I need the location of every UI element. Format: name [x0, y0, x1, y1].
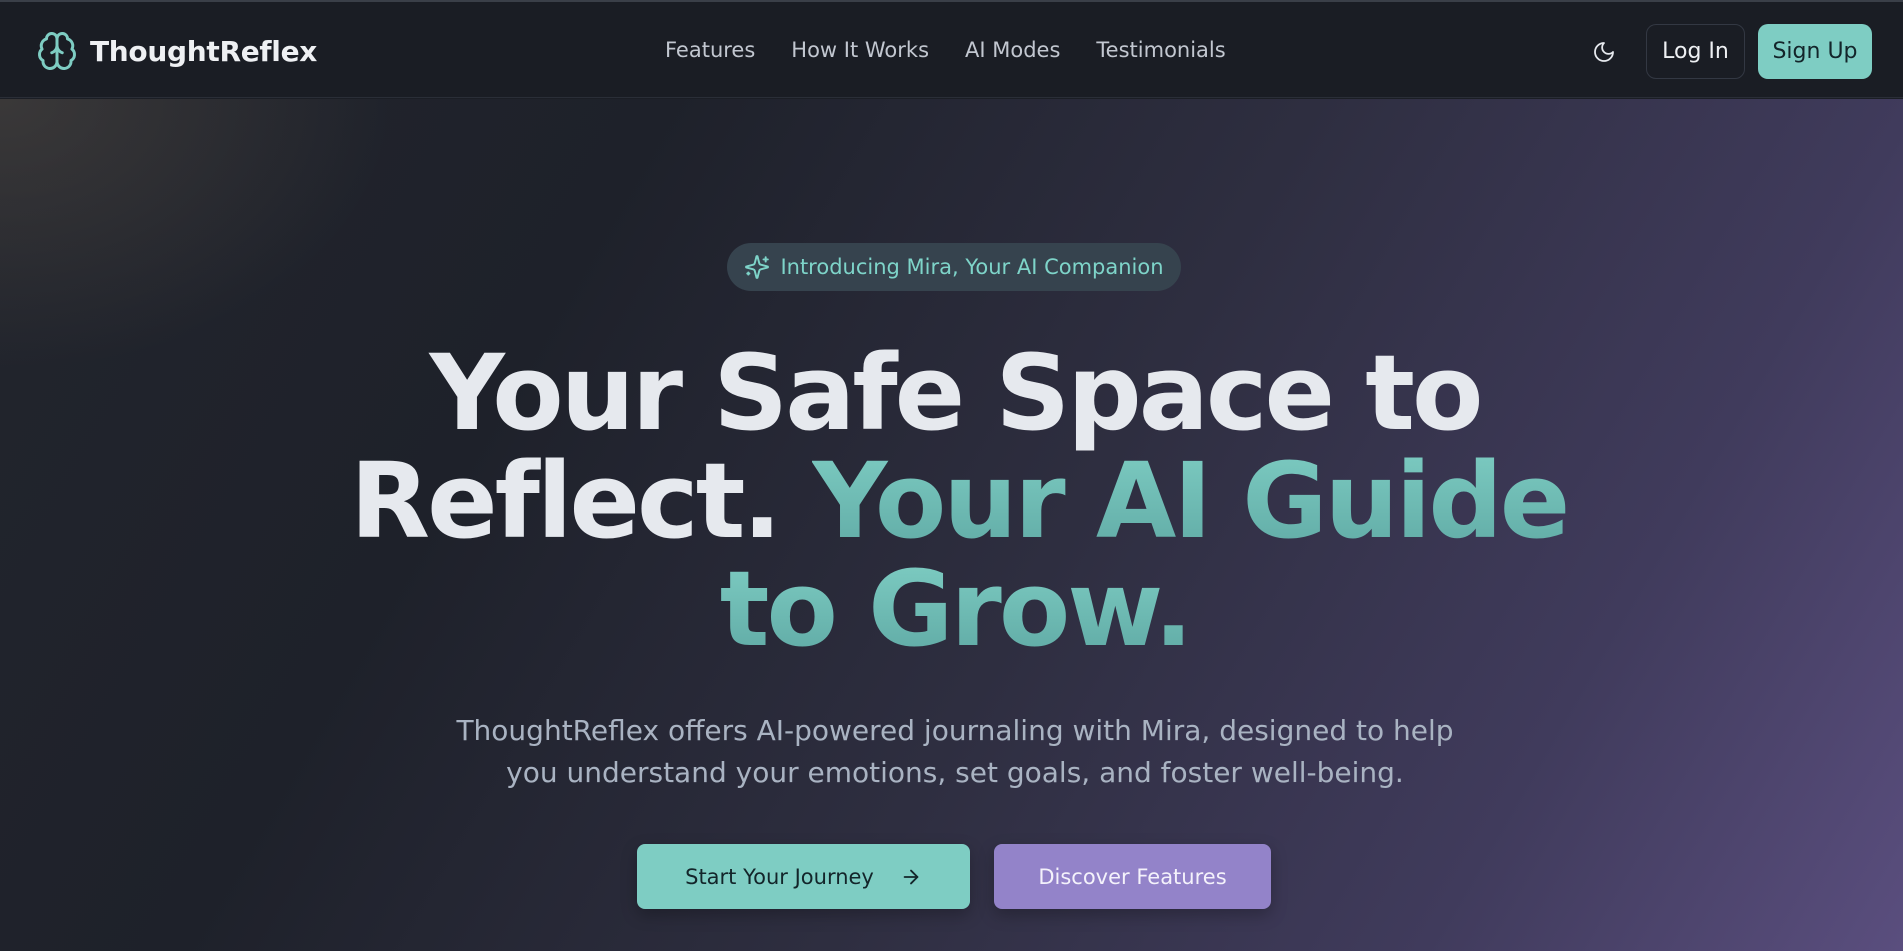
login-button[interactable]: Log In [1646, 24, 1745, 79]
headline-accent-part: Your AI Guide [812, 440, 1570, 562]
arrow-right-icon [903, 869, 919, 884]
moon-icon [1594, 42, 1614, 62]
headline-white-part: Reflect. [350, 440, 813, 562]
announcement-badge: Introducing Mira, Your AI Companion [727, 243, 1181, 291]
hero-headline: Your Safe Space to Reflect. Your AI Guid… [350, 332, 1570, 663]
discover-features-button[interactable]: Discover Features [994, 844, 1271, 909]
nav-link-features[interactable]: Features [665, 38, 755, 62]
headline-line-1: Your Safe Space to [429, 332, 1484, 454]
sparkles-icon [745, 255, 770, 279]
brand-name: ThoughtReflex [90, 34, 318, 68]
nav-link-how-it-works[interactable]: How It Works [791, 38, 929, 62]
brain-icon [38, 32, 76, 70]
badge-text: Introducing Mira, Your AI Companion [780, 255, 1164, 279]
landing-page: ThoughtReflex Features How It Works AI M… [0, 0, 1903, 951]
hero-section: Introducing Mira, Your AI Companion Your… [0, 99, 1903, 951]
start-journey-button[interactable]: Start Your Journey [637, 844, 970, 909]
theme-toggle-button[interactable] [1580, 32, 1628, 72]
nav-link-ai-modes[interactable]: AI Modes [965, 38, 1060, 62]
start-journey-label: Start Your Journey [685, 864, 874, 889]
headline-line-3: to Grow. [350, 555, 1560, 663]
nav-links: Features How It Works AI Modes Testimoni… [665, 38, 1226, 62]
hero-subtext: ThoughtReflex offers AI-powered journali… [456, 714, 1454, 789]
top-navbar: ThoughtReflex Features How It Works AI M… [0, 2, 1903, 98]
brand-logo[interactable]: ThoughtReflex [36, 30, 317, 72]
signup-button[interactable]: Sign Up [1758, 24, 1872, 79]
headline-line-2: Reflect. Your AI Guide [350, 447, 1570, 555]
nav-link-testimonials[interactable]: Testimonials [1096, 38, 1225, 62]
